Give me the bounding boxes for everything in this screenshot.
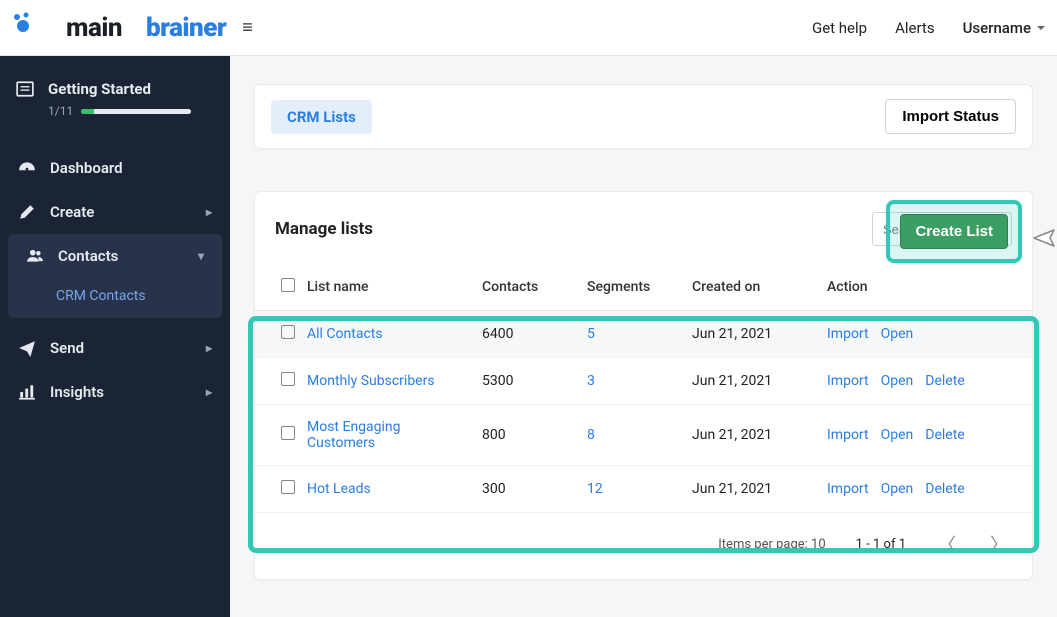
segments-link[interactable]: 3 bbox=[587, 373, 595, 389]
action-cell: Import Open Delete bbox=[827, 373, 1020, 389]
progress-bar bbox=[81, 109, 191, 114]
tutorial-highlight-create: Create List bbox=[886, 200, 1022, 263]
brand-text-brainer: brainer bbox=[146, 13, 226, 43]
action-delete[interactable]: Delete bbox=[925, 481, 964, 497]
hamburger-menu-icon[interactable]: ≡ bbox=[242, 17, 253, 38]
action-open[interactable]: Open bbox=[881, 427, 914, 443]
get-help-link[interactable]: Get help bbox=[812, 19, 867, 37]
table-pager: Items per page: 10 1 - 1 of 1 〈 〉 bbox=[255, 513, 1032, 571]
action-open[interactable]: Open bbox=[881, 373, 914, 389]
getting-started-title: Getting Started bbox=[48, 80, 191, 98]
segments-link[interactable]: 5 bbox=[587, 326, 595, 342]
pencil-icon bbox=[18, 203, 36, 221]
list-icon bbox=[16, 80, 34, 98]
chevron-right-icon: ▸ bbox=[206, 341, 212, 355]
sidebar-item-dashboard[interactable]: Dashboard bbox=[0, 146, 230, 190]
brand-logo[interactable]: mainbrainer bbox=[10, 0, 226, 71]
pager-range: 1 - 1 of 1 bbox=[856, 537, 906, 552]
alerts-link[interactable]: Alerts bbox=[895, 19, 935, 37]
sidebar: Getting Started 1/11 Dashboard Create ▸ bbox=[0, 56, 230, 617]
table-row: Monthly Subscribers 53003 Jun 21, 2021Impo… bbox=[255, 358, 1032, 405]
action-import[interactable]: Import bbox=[827, 481, 869, 497]
row-checkbox[interactable] bbox=[281, 480, 295, 494]
brand-text-main: main bbox=[42, 0, 146, 71]
action-cell: Import Open Delete bbox=[827, 427, 1020, 443]
users-icon bbox=[26, 247, 44, 265]
action-open[interactable]: Open bbox=[881, 481, 914, 497]
col-created: Created on bbox=[692, 264, 827, 311]
cell-created: Jun 21, 2021 bbox=[692, 466, 827, 513]
action-import[interactable]: Import bbox=[827, 427, 869, 443]
sidebar-item-insights[interactable]: Insights ▸ bbox=[0, 370, 230, 414]
getting-started-progress-text: 1/11 bbox=[48, 104, 73, 118]
row-checkbox[interactable] bbox=[281, 325, 295, 339]
cell-contacts: 6400 bbox=[482, 311, 587, 358]
row-checkbox[interactable] bbox=[281, 372, 295, 386]
col-contacts: Contacts bbox=[482, 264, 587, 311]
chevron-right-icon: ▸ bbox=[206, 205, 212, 219]
action-import[interactable]: Import bbox=[827, 373, 869, 389]
table-row: All Contacts 64005 Jun 21, 2021Import Open bbox=[255, 311, 1032, 358]
action-cell: Import Open bbox=[827, 326, 1020, 342]
sidebar-item-label: Insights bbox=[50, 383, 104, 401]
lists-table: List name Contacts Segments Created on A… bbox=[255, 264, 1032, 513]
cell-contacts: 300 bbox=[482, 466, 587, 513]
username-label: Username bbox=[963, 19, 1031, 37]
sidebar-item-create[interactable]: Create ▸ bbox=[0, 190, 230, 234]
cell-created: Jun 21, 2021 bbox=[692, 311, 827, 358]
chevron-down-icon: ▾ bbox=[198, 249, 204, 263]
gauge-icon bbox=[18, 159, 36, 177]
sidebar-item-label: Send bbox=[50, 339, 84, 357]
sidebar-item-label: Dashboard bbox=[50, 159, 123, 177]
row-checkbox[interactable] bbox=[281, 426, 295, 440]
sidebar-subitem-crm-contacts[interactable]: CRM Contacts bbox=[8, 278, 222, 318]
action-import[interactable]: Import bbox=[827, 326, 869, 342]
list-name-link[interactable]: Hot Leads bbox=[307, 481, 371, 497]
chevron-right-icon: ▸ bbox=[206, 385, 212, 399]
list-name-link[interactable]: All Contacts bbox=[307, 326, 383, 342]
cell-contacts: 800 bbox=[482, 405, 587, 466]
paper-plane-icon bbox=[18, 339, 36, 357]
action-cell: Import Open Delete bbox=[827, 481, 1020, 497]
pager-next-icon[interactable]: 〉 bbox=[988, 527, 1010, 561]
cell-created: Jun 21, 2021 bbox=[692, 405, 827, 466]
col-segments: Segments bbox=[587, 264, 692, 311]
sidebar-item-contacts[interactable]: Contacts ▾ bbox=[8, 234, 222, 278]
tab-crm-lists[interactable]: CRM Lists bbox=[271, 100, 372, 134]
import-status-button[interactable]: Import Status bbox=[885, 99, 1016, 134]
sidebar-item-label: Contacts bbox=[58, 247, 118, 265]
cell-contacts: 5300 bbox=[482, 358, 587, 405]
pager-items-per-page: Items per page: 10 bbox=[718, 537, 825, 552]
action-delete[interactable]: Delete bbox=[925, 427, 964, 443]
header-card: CRM Lists Import Status bbox=[254, 84, 1033, 149]
caret-down-icon bbox=[1037, 26, 1045, 30]
pager-prev-icon[interactable]: 〈 bbox=[936, 527, 958, 561]
segments-link[interactable]: 12 bbox=[587, 481, 603, 497]
table-row: Hot Leads 30012 Jun 21, 2021Import Open Dele… bbox=[255, 466, 1032, 513]
table-title: Manage lists bbox=[275, 219, 373, 239]
list-name-link[interactable]: Monthly Subscribers bbox=[307, 373, 435, 389]
action-delete[interactable]: Delete bbox=[925, 373, 964, 389]
sidebar-item-send[interactable]: Send ▸ bbox=[0, 326, 230, 370]
select-all-checkbox[interactable] bbox=[281, 278, 295, 292]
lists-table-card: Manage lists Create List List name Conta… bbox=[254, 191, 1033, 580]
segments-link[interactable]: 8 bbox=[587, 427, 595, 443]
sidebar-item-label: Create bbox=[50, 203, 94, 221]
col-list-name: List name bbox=[307, 264, 482, 311]
list-name-link[interactable]: Most Engaging Customers bbox=[307, 419, 401, 451]
action-open[interactable]: Open bbox=[881, 326, 914, 342]
user-menu[interactable]: Username bbox=[963, 19, 1045, 37]
brand-dots-icon bbox=[10, 11, 36, 44]
col-action: Action bbox=[827, 264, 1032, 311]
topbar-right: Get help Alerts Username bbox=[812, 19, 1045, 37]
topbar: mainbrainer ≡ Get help Alerts Username bbox=[0, 0, 1057, 56]
cell-created: Jun 21, 2021 bbox=[692, 358, 827, 405]
sidebar-getting-started[interactable]: Getting Started 1/11 bbox=[16, 80, 214, 118]
chart-icon bbox=[18, 383, 36, 401]
table-row: Most Engaging Customers 8008 Jun 21, 2021I… bbox=[255, 405, 1032, 466]
main-content: CRM Lists Import Status Manage lists Cre… bbox=[230, 56, 1057, 617]
pointer-arrow-icon bbox=[1020, 226, 1056, 254]
create-list-button[interactable]: Create List bbox=[900, 214, 1008, 249]
